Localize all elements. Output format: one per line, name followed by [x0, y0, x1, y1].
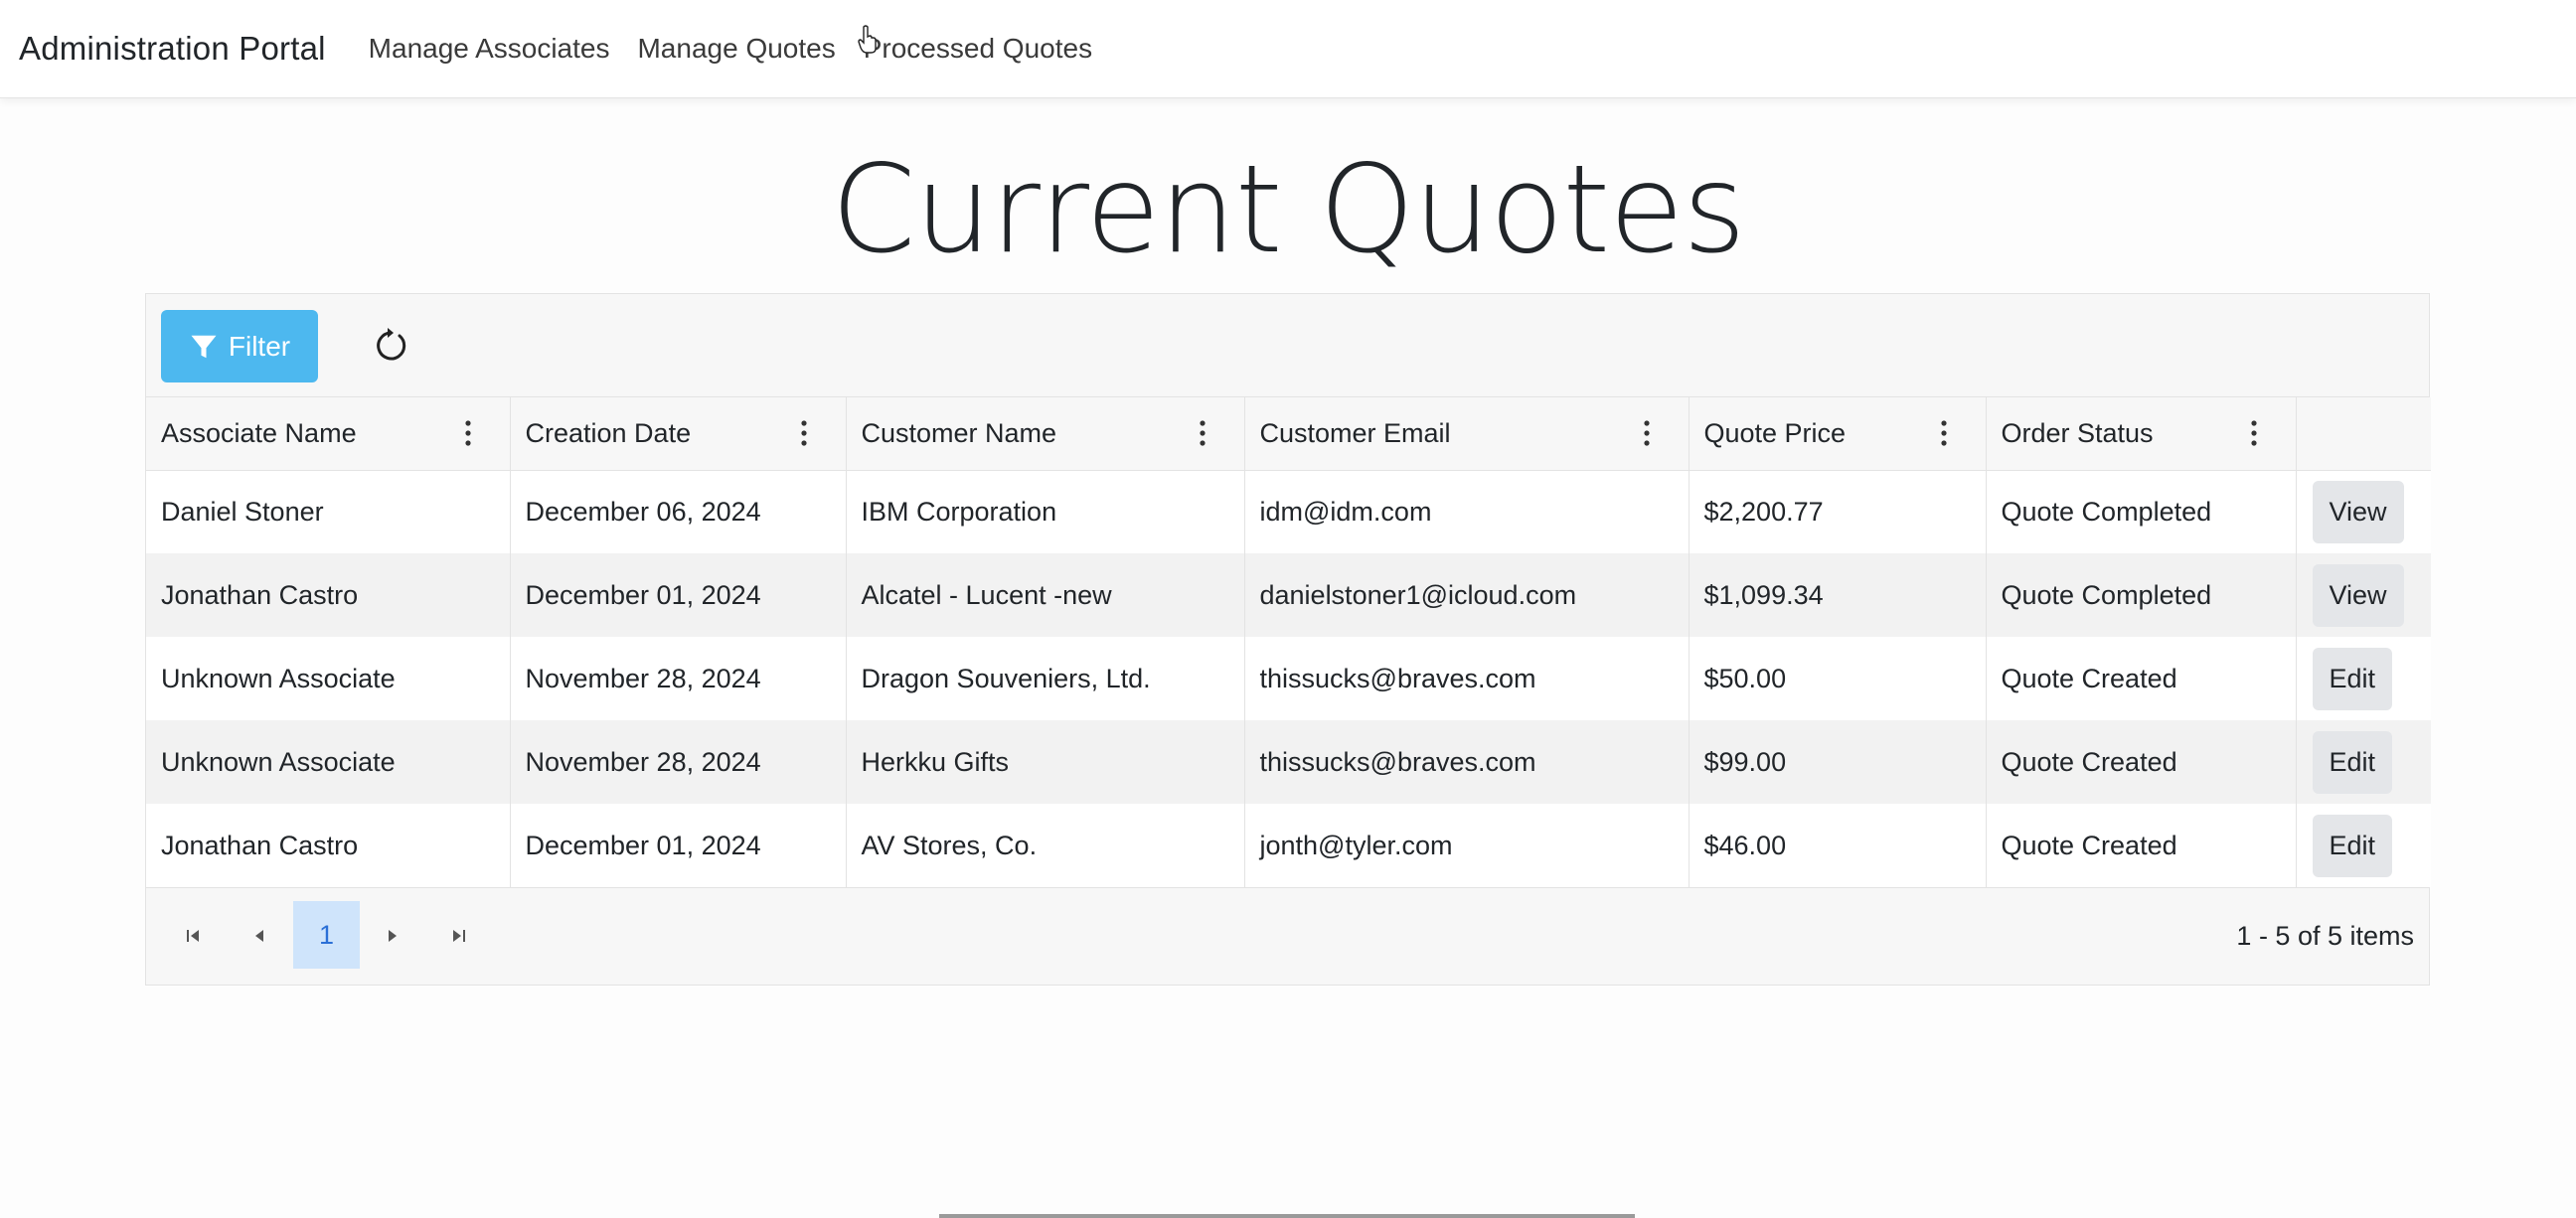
column-header-order-status[interactable]: Order Status [1986, 397, 2297, 471]
cell-order-status: Quote Completed [1986, 470, 2297, 553]
cell-creation-date: December 01, 2024 [510, 804, 847, 887]
filter-button[interactable]: Filter [161, 310, 318, 382]
edit-button[interactable]: Edit [2312, 814, 2393, 877]
column-header-label: Creation Date [525, 417, 692, 448]
column-menu-icon[interactable] [1199, 419, 1207, 447]
cell-action: Edit [2296, 720, 2431, 804]
column-header-label: Order Status [2001, 417, 2154, 448]
cell-customer-name: Dragon Souveniers, Ltd. [846, 637, 1245, 720]
view-button[interactable]: View [2312, 480, 2404, 543]
pagination-info: 1 - 5 of 5 items [2236, 921, 2414, 951]
table-row: Unknown Associate November 28, 2024 Drag… [146, 637, 2431, 720]
cell-customer-email: thissucks@braves.com [1244, 720, 1690, 804]
refresh-icon[interactable] [369, 324, 412, 368]
column-header-label: Associate Name [161, 417, 357, 448]
horizontal-scrollbar[interactable] [939, 1214, 1635, 1218]
column-header-label: Customer Name [861, 417, 1057, 448]
column-menu-icon[interactable] [1940, 419, 1948, 447]
filter-icon [191, 335, 217, 358]
cell-quote-price: $46.00 [1689, 804, 1987, 887]
next-page-icon[interactable] [382, 925, 403, 947]
nav-processed-quotes[interactable]: Processed Quotes [864, 33, 1092, 65]
cell-order-status: Quote Completed [1986, 553, 2297, 637]
column-header-label: Quote Price [1703, 417, 1847, 448]
page-number-current[interactable]: 1 [293, 901, 360, 969]
column-header-label: Customer Email [1259, 417, 1451, 448]
cell-quote-price: $50.00 [1689, 637, 1987, 720]
cell-associate-name: Unknown Associate [146, 637, 511, 720]
cell-action: Edit [2296, 637, 2431, 720]
cell-creation-date: December 01, 2024 [510, 553, 847, 637]
edit-button[interactable]: Edit [2312, 730, 2393, 794]
cell-associate-name: Jonathan Castro [146, 553, 511, 637]
cell-customer-name: IBM Corporation [846, 470, 1245, 553]
nav-manage-associates[interactable]: Manage Associates [369, 33, 610, 65]
previous-page-icon[interactable] [248, 925, 270, 947]
table-row: Jonathan Castro December 01, 2024 AV Sto… [146, 804, 2431, 887]
column-header-associate-name[interactable]: Associate Name [146, 397, 511, 471]
table-header-row: Associate Name Creation Date Customer Na… [146, 397, 2431, 471]
column-menu-icon[interactable] [2250, 419, 2258, 447]
filter-button-label: Filter [228, 330, 291, 362]
column-menu-icon[interactable] [1643, 419, 1651, 447]
cell-quote-price: $99.00 [1689, 720, 1987, 804]
cell-action: View [2296, 470, 2431, 553]
cell-creation-date: November 28, 2024 [510, 637, 847, 720]
nav-manage-quotes[interactable]: Manage Quotes [637, 33, 835, 65]
cell-customer-email: danielstoner1@icloud.com [1244, 553, 1690, 637]
quotes-grid: Filter Associate Name Creation Date Cust… [145, 293, 2431, 986]
column-header-customer-email[interactable]: Customer Email [1244, 397, 1690, 471]
cell-creation-date: November 28, 2024 [510, 720, 847, 804]
cell-creation-date: December 06, 2024 [510, 470, 847, 553]
column-header-actions [2296, 397, 2431, 471]
cell-customer-email: idm@idm.com [1244, 470, 1690, 553]
column-header-quote-price[interactable]: Quote Price [1689, 397, 1987, 471]
cell-order-status: Quote Created [1986, 720, 2297, 804]
cell-associate-name: Unknown Associate [146, 720, 511, 804]
page-title: Current Quotes [831, 139, 1746, 280]
quotes-table: Associate Name Creation Date Customer Na… [146, 397, 2431, 887]
first-page-icon[interactable] [183, 925, 205, 947]
cell-action: Edit [2296, 804, 2431, 887]
column-menu-icon[interactable] [464, 419, 472, 447]
cell-action: View [2296, 553, 2431, 637]
hand-cursor-icon [858, 25, 877, 54]
cell-customer-name: Alcatel - Lucent -new [846, 553, 1245, 637]
cell-quote-price: $1,099.34 [1689, 553, 1987, 637]
grid-toolbar: Filter [146, 294, 2429, 397]
top-navbar: Administration Portal Manage Associates … [0, 0, 2576, 98]
cell-associate-name: Jonathan Castro [146, 804, 511, 887]
table-row: Jonathan Castro December 01, 2024 Alcate… [146, 553, 2431, 637]
cell-order-status: Quote Created [1986, 637, 2297, 720]
cell-customer-email: thissucks@braves.com [1244, 637, 1690, 720]
column-header-customer-name[interactable]: Customer Name [846, 397, 1245, 471]
cell-customer-name: Herkku Gifts [846, 720, 1245, 804]
cell-customer-email: jonth@tyler.com [1244, 804, 1690, 887]
last-page-icon[interactable] [447, 925, 469, 947]
column-menu-icon[interactable] [800, 419, 808, 447]
column-header-creation-date[interactable]: Creation Date [510, 397, 847, 471]
cell-order-status: Quote Created [1986, 804, 2297, 887]
table-row: Daniel Stoner December 06, 2024 IBM Corp… [146, 470, 2431, 553]
edit-button[interactable]: Edit [2312, 647, 2393, 710]
pagination-bar: 1 1 - 5 of 5 items [146, 887, 2429, 985]
cell-quote-price: $2,200.77 [1689, 470, 1987, 553]
cell-customer-name: AV Stores, Co. [846, 804, 1245, 887]
brand-link[interactable]: Administration Portal [19, 30, 326, 68]
view-button[interactable]: View [2312, 563, 2404, 627]
table-row: Unknown Associate November 28, 2024 Herk… [146, 720, 2431, 804]
cell-associate-name: Daniel Stoner [146, 470, 511, 553]
